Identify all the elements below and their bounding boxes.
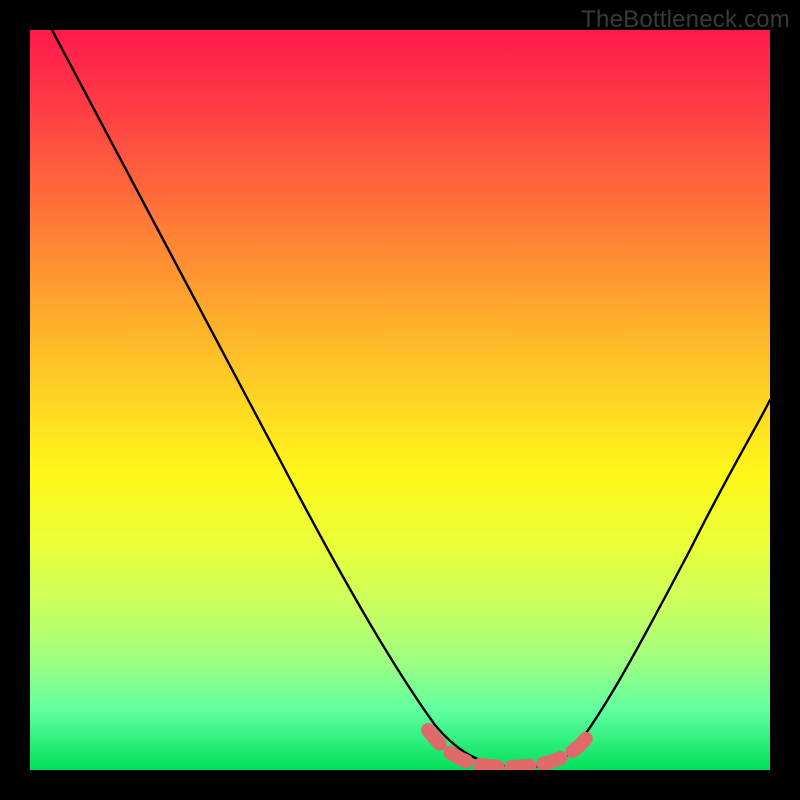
chart-frame: TheBottleneck.com — [0, 0, 800, 800]
plot-svg — [30, 30, 770, 770]
plot-area — [30, 30, 770, 770]
bottleneck-curve — [52, 30, 770, 767]
bottom-highlight-dashes — [428, 730, 588, 767]
